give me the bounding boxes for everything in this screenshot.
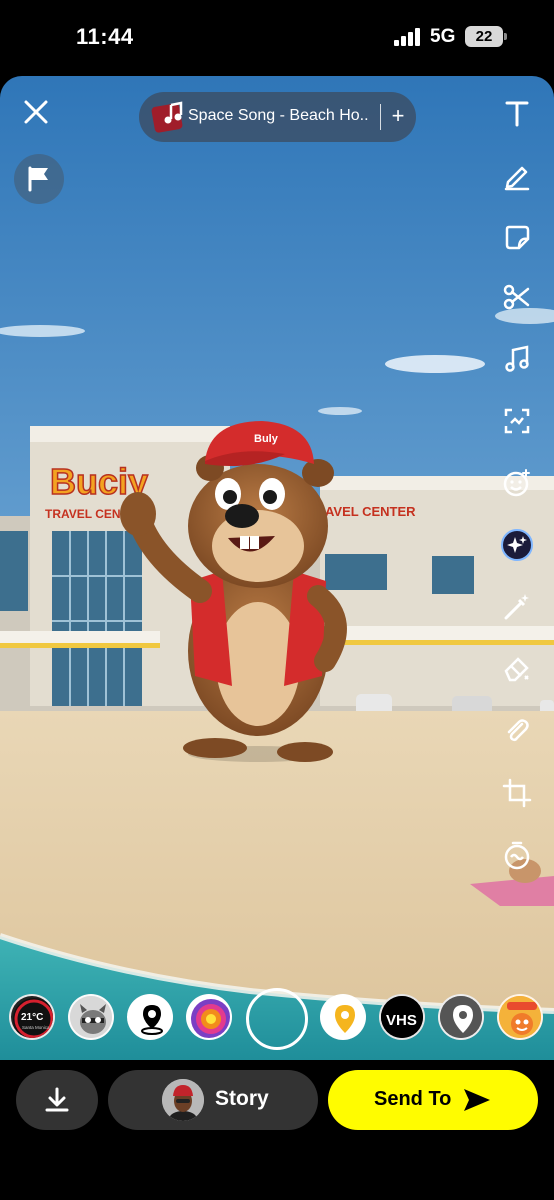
link-tool[interactable] (496, 710, 538, 752)
lens-mandala[interactable] (186, 994, 232, 1040)
weather-place: Santa Monica (22, 1025, 50, 1030)
magic-eraser-tool[interactable] (496, 586, 538, 628)
sticker-tool[interactable] (496, 216, 538, 258)
eraser-tool[interactable] (496, 648, 538, 690)
download-icon (45, 1087, 69, 1112)
signal-icon (394, 28, 420, 46)
magic-wand-icon (504, 594, 529, 620)
weather-temp: 21°C (21, 1012, 43, 1023)
add-music-button[interactable]: + (387, 102, 409, 130)
crop-icon (502, 778, 532, 808)
sticker-icon (505, 225, 530, 250)
story-button[interactable]: Story (108, 1070, 318, 1130)
eraser-icon (504, 657, 529, 682)
lens-map-pin[interactable] (320, 994, 366, 1040)
smiley-icon (503, 469, 530, 497)
lens-summer-badge[interactable] (497, 994, 543, 1040)
clock: 11:44 (76, 24, 134, 49)
music-chip[interactable]: Space Song - Beach Ho... + (139, 92, 416, 142)
cap-logo: Buly (254, 433, 279, 445)
avatar (162, 1079, 204, 1121)
text-icon (505, 101, 529, 127)
timer-icon (504, 841, 530, 870)
lens-location[interactable] (127, 994, 173, 1040)
network-type: 5G (430, 26, 456, 47)
battery-indicator: 22 (465, 26, 507, 47)
music-divider (380, 104, 381, 130)
crop-tool[interactable] (496, 772, 538, 814)
vhs-label: VHS (386, 1012, 417, 1029)
music-tool[interactable] (496, 338, 538, 380)
snap-preview[interactable]: Buciy TRAVEL CENTER AVEL CENTER Buly Spa… (0, 76, 554, 1060)
flag-button[interactable] (14, 154, 64, 204)
scan-tool[interactable] (496, 400, 538, 442)
scissors-tool[interactable] (496, 276, 538, 318)
sparkle-icon (501, 529, 533, 561)
lens-raccoon[interactable] (68, 994, 114, 1040)
draw-tool[interactable] (496, 154, 538, 196)
capture-button[interactable] (246, 988, 308, 1050)
emoji-lens-tool[interactable] (496, 462, 538, 504)
status-bar: 11:44 5G 22 (0, 0, 554, 76)
story-label: Story (215, 1087, 269, 1110)
paperclip-icon (507, 719, 529, 742)
bitmoji-avatar-icon (162, 1079, 204, 1121)
bottom-action-bar: Story Send To (0, 1060, 554, 1200)
album-art-icon (151, 101, 183, 133)
flag-icon (28, 166, 48, 192)
scissors-icon (503, 284, 530, 310)
music-note-icon (505, 345, 529, 372)
lens-vhs[interactable]: VHS (379, 994, 425, 1040)
lens-weather[interactable]: 21°C Santa Monica (9, 994, 55, 1040)
send-to-label: Send To (374, 1088, 452, 1110)
timer-tool[interactable] (496, 834, 538, 876)
store-subtitle-right: AVEL CENTER (325, 504, 416, 519)
close-button[interactable] (18, 94, 54, 130)
ai-sparkle-tool[interactable] (496, 524, 538, 566)
close-icon (24, 100, 48, 124)
lens-pin-grey[interactable] (438, 994, 484, 1040)
save-button[interactable] (16, 1070, 98, 1130)
text-tool[interactable] (496, 92, 538, 134)
pencil-icon (504, 166, 530, 191)
scan-icon (504, 408, 530, 434)
beaver-mascot-photo: Buciy TRAVEL CENTER AVEL CENTER Buly (0, 76, 554, 1060)
send-arrow-icon (464, 1089, 490, 1111)
send-to-button[interactable]: Send To (328, 1070, 538, 1130)
music-title: Space Song - Beach Ho... (188, 107, 368, 124)
